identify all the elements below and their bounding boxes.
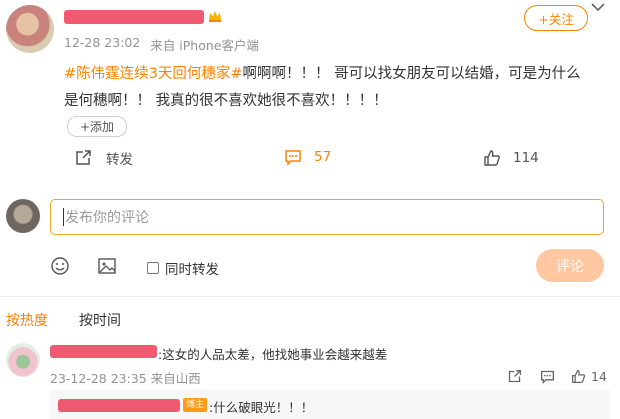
- comment-meta: 23-12-28 23:35 来自山西: [50, 371, 201, 386]
- image-icon[interactable]: [97, 256, 117, 276]
- post-text: #陈伟霆连续3天回何穗家#啊啊啊！！！ 哥可以找女朋友可以结婚，可是为什么 是何…: [64, 61, 609, 115]
- comment-input-placeholder: 发布你的评论: [65, 210, 149, 226]
- repost-button[interactable]: 转发: [74, 148, 133, 168]
- comment-reply-icon[interactable]: [540, 369, 555, 384]
- comment-count: 57: [314, 149, 332, 165]
- post-avatar[interactable]: [6, 5, 54, 53]
- add-tag-label: +添加: [79, 120, 115, 134]
- comment-icon: [284, 148, 302, 166]
- post-text-line2: 是何穗啊！！ 我真的很不喜欢她很不喜欢！！！！: [64, 93, 388, 109]
- follow-button[interactable]: +关注: [524, 5, 588, 31]
- repost-label: 转发: [106, 152, 133, 168]
- divider: [0, 296, 620, 297]
- like-count: 114: [513, 150, 539, 166]
- post-text-line1: 啊啊啊！！！ 哥可以找女朋友可以结婚，可是为什么: [242, 66, 581, 82]
- blogger-badge: 博主: [183, 398, 208, 412]
- follow-label: +关注: [538, 11, 574, 27]
- post-source: 来自 iPhone客户端: [150, 38, 259, 53]
- submit-comment-button[interactable]: 评论: [536, 249, 604, 282]
- sort-by-hot-tab[interactable]: 按热度: [6, 310, 48, 330]
- repost-checkbox-group[interactable]: 同时转发: [147, 258, 219, 278]
- comment-thumbs-up-icon: [571, 369, 586, 384]
- post-time: 12-28 23:02: [64, 35, 141, 50]
- emoji-icon[interactable]: [50, 256, 70, 276]
- reply-text: :什么破眼光！！！: [209, 400, 314, 415]
- chevron-down-icon[interactable]: [590, 1, 606, 13]
- comment-text: :这女的人品太差，他找她事业会越来越差: [158, 347, 388, 362]
- crown-icon: [208, 9, 222, 23]
- repost-checkbox[interactable]: [147, 262, 159, 274]
- reply-username-redacted[interactable]: [58, 399, 180, 412]
- like-button[interactable]: 114: [483, 149, 539, 167]
- sort-by-time-tab[interactable]: 按时间: [79, 310, 121, 330]
- post-username-redacted[interactable]: [64, 10, 204, 24]
- add-tag-button[interactable]: +添加: [67, 116, 127, 137]
- comment-input[interactable]: 发布你的评论: [50, 199, 604, 235]
- commenter-username-redacted[interactable]: [50, 345, 157, 358]
- repost-icon: [74, 149, 92, 167]
- comment-repost-icon[interactable]: [507, 369, 522, 384]
- commenter-avatar[interactable]: [6, 343, 40, 377]
- repost-checkbox-label: 同时转发: [165, 262, 219, 278]
- comment-button[interactable]: 57: [284, 148, 331, 166]
- composer-avatar: [6, 199, 40, 233]
- thumbs-up-icon: [483, 149, 501, 167]
- hashtag-link[interactable]: #陈伟霆连续3天回何穗家#: [64, 66, 243, 82]
- comment-like-count: 14: [591, 369, 607, 384]
- submit-comment-label: 评论: [556, 258, 584, 275]
- comment-like-button[interactable]: 14: [571, 369, 607, 384]
